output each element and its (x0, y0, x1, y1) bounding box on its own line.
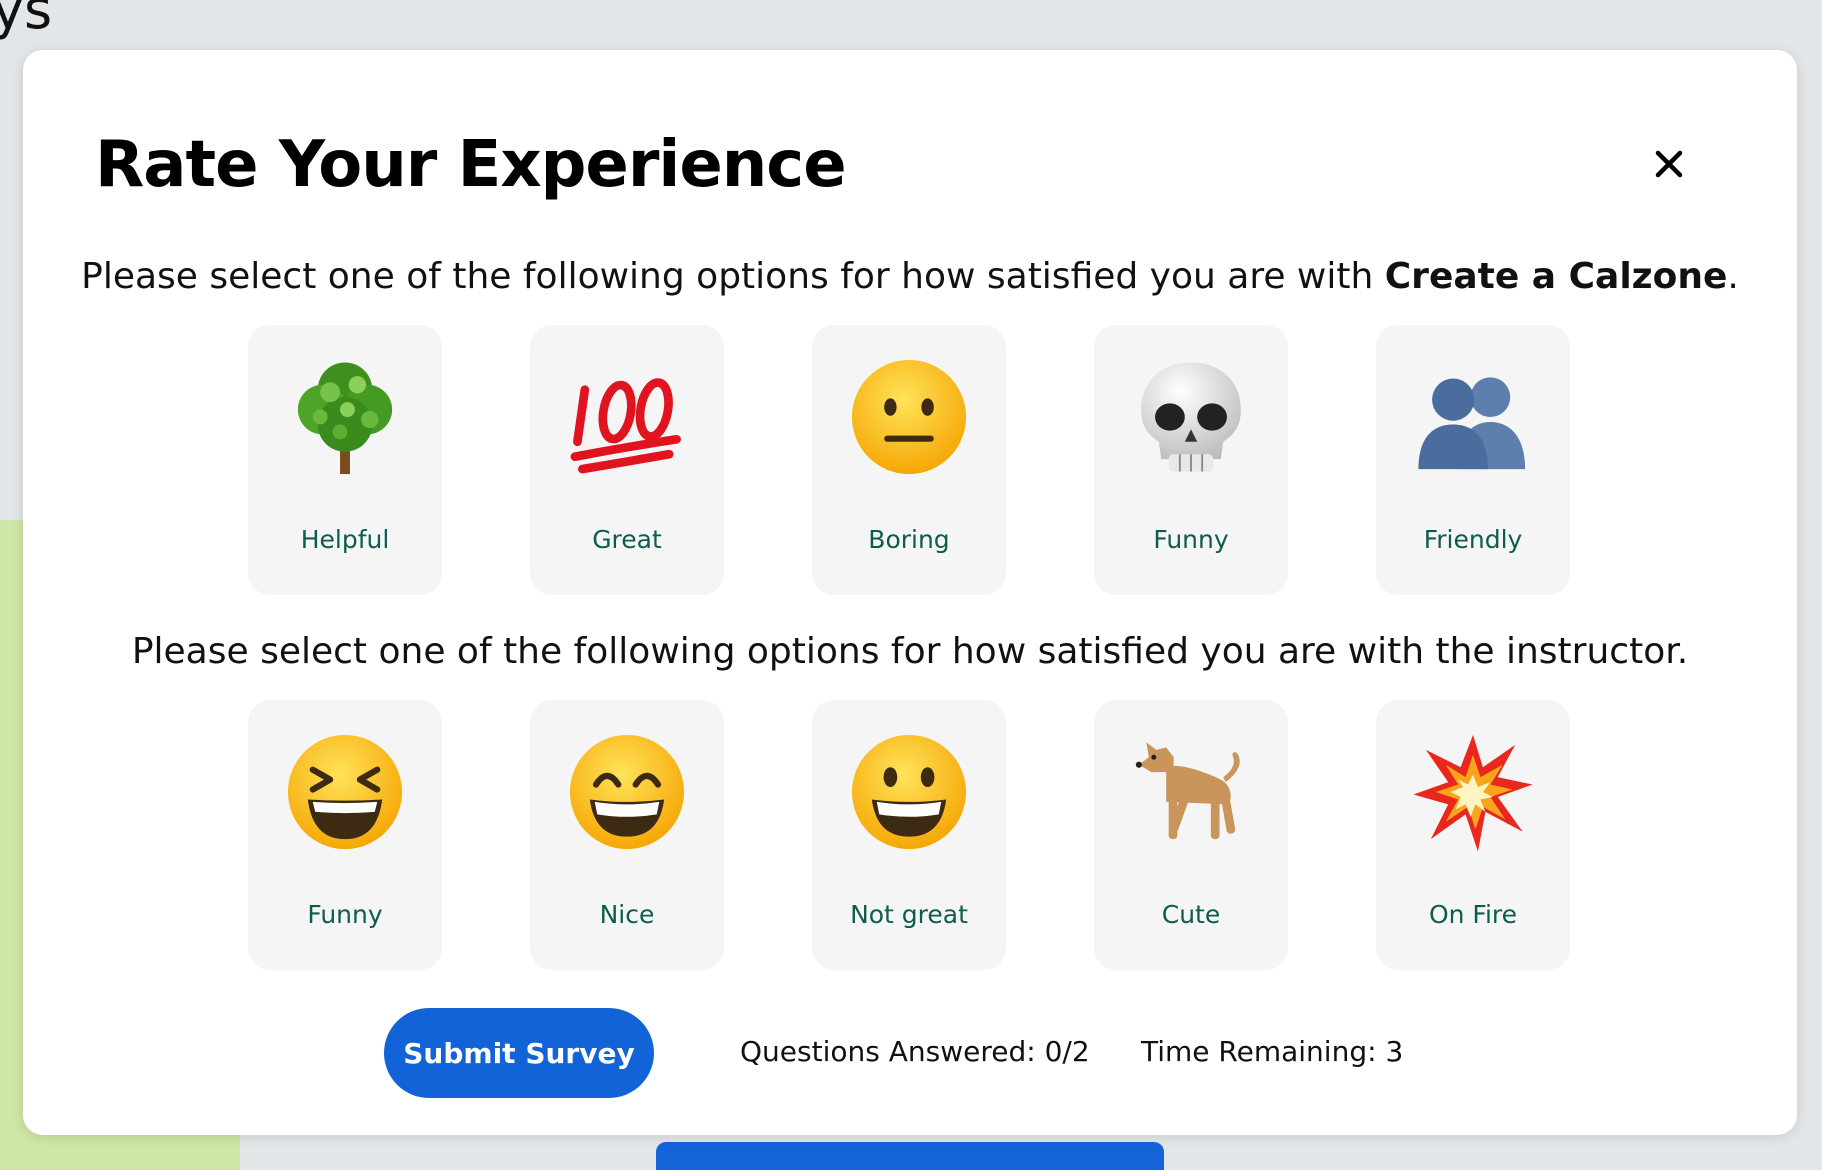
submit-survey-button[interactable]: Submit Survey (384, 1008, 654, 1098)
option-funny[interactable]: Funny (248, 700, 442, 970)
option-on-fire[interactable]: On Fire (1376, 700, 1570, 970)
option-great[interactable]: Great (530, 325, 724, 595)
option-not-great[interactable]: Not great (812, 700, 1006, 970)
option-helpful[interactable]: Helpful (248, 325, 442, 595)
option-label: Funny (307, 900, 383, 929)
question-2-prompt-text: Please select one of the following optio… (131, 631, 1689, 672)
close-icon (1655, 150, 1683, 178)
option-friendly[interactable]: Friendly (1376, 325, 1570, 595)
modal-title: Rate Your Experience (95, 128, 847, 202)
questions-answered-counter: Questions Answered: 0/2 (740, 1035, 1090, 1068)
option-cute[interactable]: Cute (1094, 700, 1288, 970)
option-label: Not great (850, 900, 968, 929)
background-heading-fragment: ys (0, 0, 53, 41)
survey-modal: Rate Your Experience Please select one o… (23, 50, 1797, 1135)
neutral-face-icon (851, 359, 967, 475)
dog-icon (1135, 742, 1240, 840)
question-1-prompt: Please select one of the following optio… (23, 256, 1797, 297)
option-label: Great (592, 525, 662, 554)
grinning-face-icon (851, 734, 967, 850)
option-label: Friendly (1423, 525, 1523, 554)
option-funny[interactable]: Funny (1094, 325, 1288, 595)
busts-in-silhouette-icon (1418, 377, 1526, 470)
option-label: Funny (1153, 525, 1229, 554)
option-label: Cute (1161, 900, 1221, 929)
collision-icon (1413, 734, 1533, 852)
tree-icon (297, 362, 393, 475)
question-1-prompt-end: . (1727, 256, 1739, 297)
question-2-options: Funny Nice Not great Cute On Fire (248, 700, 1588, 970)
hundred-points-icon (570, 378, 681, 474)
close-button[interactable] (1641, 136, 1697, 192)
time-remaining-counter: Time Remaining: 3 (1141, 1035, 1404, 1068)
grinning-smiling-eyes-icon (569, 734, 685, 850)
option-label: On Fire (1428, 900, 1518, 929)
option-boring[interactable]: Boring (812, 325, 1006, 595)
skull-icon (1141, 362, 1241, 472)
question-1-options: Helpful Great Boring Funny Friendly (248, 325, 1588, 595)
laughing-face-icon (287, 734, 403, 850)
question-1-prompt-text: Please select one of the following optio… (81, 256, 1385, 297)
background-button[interactable] (656, 1142, 1164, 1170)
question-2-prompt: Please select one of the following optio… (23, 631, 1797, 672)
course-name: Create a Calzone (1384, 256, 1728, 297)
option-label: Nice (599, 900, 655, 929)
option-label: Boring (868, 525, 950, 554)
option-nice[interactable]: Nice (530, 700, 724, 970)
option-label: Helpful (300, 525, 390, 554)
